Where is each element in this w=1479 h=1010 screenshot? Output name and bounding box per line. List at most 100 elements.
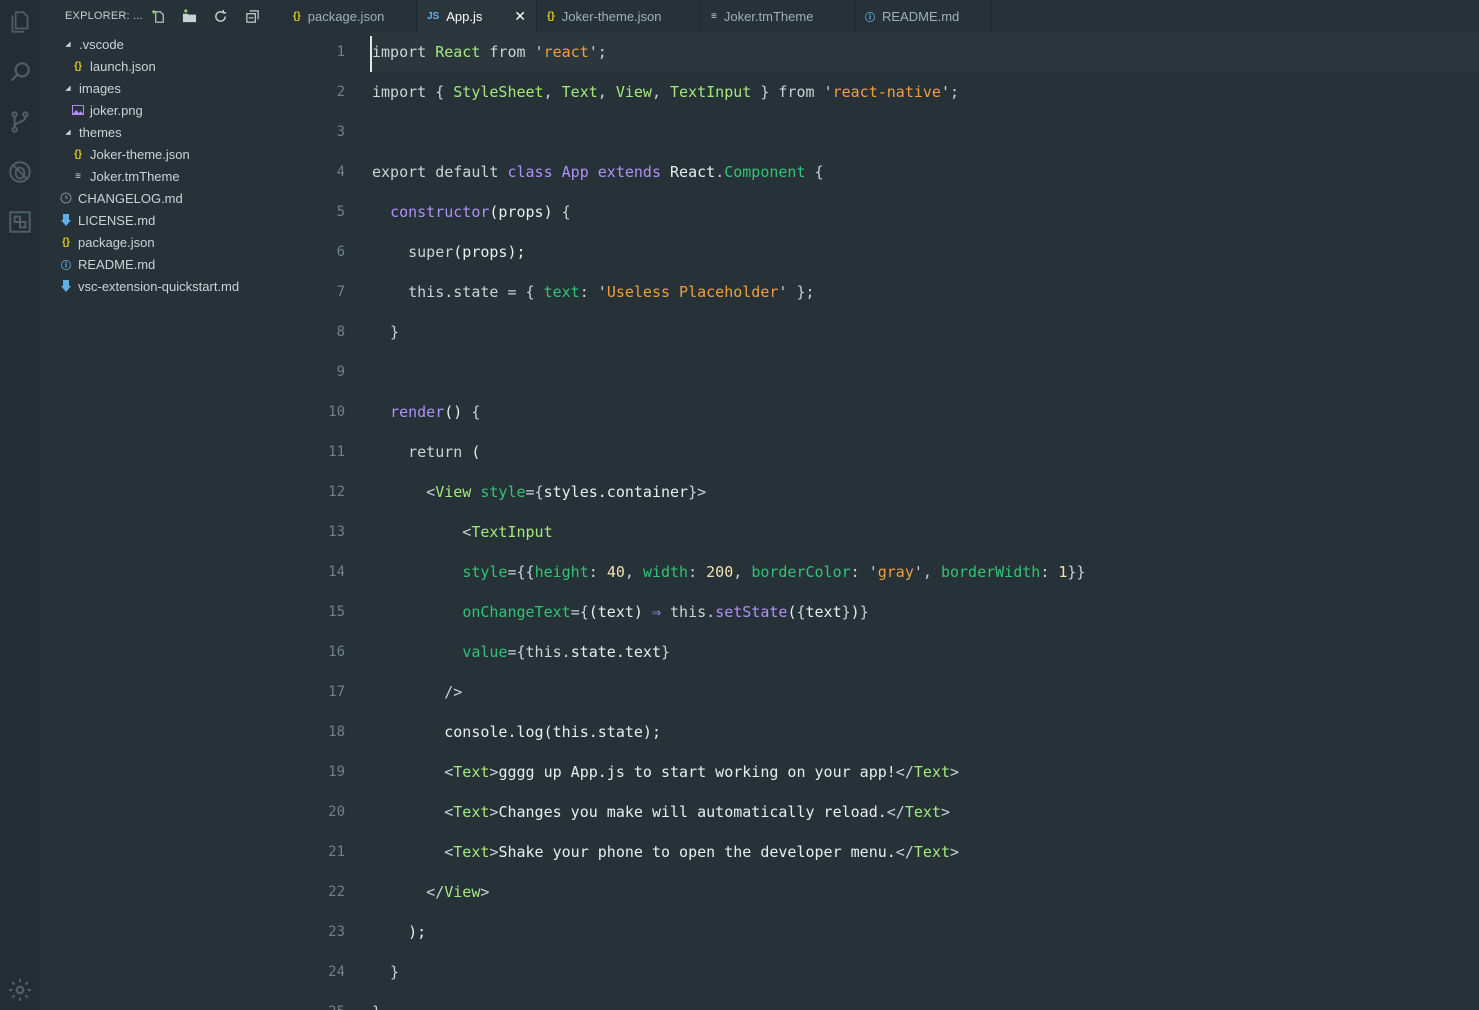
code-line[interactable]: 14 style={{height: 40, width: 200, borde… <box>283 552 1479 592</box>
expanded-chevron-icon[interactable]: ◢ <box>63 84 73 92</box>
code-token: { <box>796 603 806 621</box>
tab-joker-tmtheme[interactable]: ≡ Joker.tmTheme <box>701 0 855 32</box>
code-line[interactable]: 23 ); <box>283 912 1479 952</box>
code-token: ={ <box>570 603 589 621</box>
line-number: 2 <box>336 84 345 100</box>
code-line[interactable]: 4 export default class App extends React.… <box>283 152 1479 192</box>
new-file-icon[interactable] <box>151 8 167 24</box>
tab-label: Joker.tmTheme <box>723 8 814 24</box>
code-editor[interactable]: 1 import React from 'react'; 2 import { Sty… <box>283 32 1479 1010</box>
line-source: <Text>gggg up App.js to start working on… <box>372 763 959 781</box>
code-line[interactable]: 25} <box>283 992 1479 1010</box>
line-source: <Text>Shake your phone to open the devel… <box>372 843 959 861</box>
code-line[interactable]: 9 <box>283 352 1479 392</box>
tree-item-label: vsc-extension-quickstart.md <box>78 278 240 294</box>
tree-file[interactable]: {} launch.json <box>72 55 156 77</box>
code-line[interactable]: 8 } <box>283 312 1479 352</box>
tree-folder[interactable]: ◢ .vscode <box>63 33 124 55</box>
refresh-icon[interactable] <box>212 8 228 24</box>
code-token: Text <box>904 803 941 821</box>
code-line[interactable]: 1 import React from 'react'; <box>283 32 1479 72</box>
collapse-all-icon[interactable] <box>244 8 260 24</box>
code-line[interactable]: 18 console.log(this.state); <box>283 712 1479 752</box>
line-number: 23 <box>328 924 345 940</box>
code-token: Component <box>724 163 806 181</box>
code-line[interactable]: 3 <box>283 112 1479 152</box>
debug-icon[interactable] <box>6 158 34 186</box>
code-line[interactable]: 13 <TextInput <box>283 512 1479 552</box>
code-line[interactable]: 15 onChangeText={(text) ⇒ this.setState(… <box>283 592 1479 632</box>
tab-app-js[interactable]: JS App.js ✕ <box>417 0 537 32</box>
code-line[interactable]: 20 <Text>Changes you make will automatic… <box>283 792 1479 832</box>
code-line[interactable]: 16 value={this.state.text} <box>283 632 1479 672</box>
code-token: ={ <box>507 643 526 661</box>
tree-folder[interactable]: ◢ themes <box>63 121 121 143</box>
code-token: ={ <box>525 483 544 501</box>
code-token: state.text <box>570 643 661 661</box>
code-token: Text <box>453 803 490 821</box>
code-line[interactable]: 11 return ( <box>283 432 1479 472</box>
code-token: : <box>688 563 707 581</box>
code-line[interactable]: 10 render() { <box>283 392 1479 432</box>
line-number: 18 <box>328 724 345 740</box>
code-line[interactable]: 17 /> <box>283 672 1479 712</box>
source-control-icon[interactable] <box>6 108 34 136</box>
code-token: , <box>543 83 562 101</box>
code-line[interactable]: 12 <View style={styles.container}> <box>283 472 1479 512</box>
code-token: </ <box>886 803 905 821</box>
code-line[interactable]: 2 import { StyleSheet, Text, View, TextIn… <box>283 72 1479 112</box>
tab-label: README.md <box>882 8 960 24</box>
tree-file[interactable]: joker.png <box>72 99 143 121</box>
gear-icon[interactable] <box>6 976 34 1004</box>
line-source: import React from 'react'; <box>372 43 607 61</box>
new-folder-icon[interactable] <box>181 8 197 24</box>
code-token: ⇒ <box>651 603 671 621</box>
line-source: import { StyleSheet, Text, View, TextInp… <box>372 83 959 101</box>
tree-file[interactable]: {} Joker-theme.json <box>72 143 190 165</box>
tree-folder[interactable]: ◢ images <box>63 77 121 99</box>
code-token: </ <box>895 763 914 781</box>
files-icon[interactable] <box>6 8 34 36</box>
tree-file[interactable]: {} package.json <box>60 231 155 253</box>
code-line[interactable]: 6 super(props); <box>283 232 1479 272</box>
code-token: TextInput <box>670 83 752 101</box>
code-token: TextInput <box>471 523 553 541</box>
line-source: <Text>Changes you make will automaticall… <box>372 803 950 821</box>
code-token: } <box>661 643 671 661</box>
tree-file[interactable]: ≡ Joker.tmTheme <box>72 165 180 187</box>
code-line[interactable]: 19 <Text>gggg up App.js to start working… <box>283 752 1479 792</box>
code-token: React <box>435 43 481 61</box>
extensions-icon[interactable] <box>6 208 34 236</box>
tree-file[interactable]: LICENSE.md <box>60 209 155 231</box>
code-token: value <box>462 643 508 661</box>
code-line[interactable]: 24 } <box>283 952 1479 992</box>
line-source: export default class App extends React.C… <box>372 163 824 181</box>
tab-joker-theme-json[interactable]: {} Joker-theme.json <box>537 0 701 32</box>
code-line[interactable]: 22 </View> <box>283 872 1479 912</box>
tab-package-json[interactable]: {} package.json <box>283 0 417 32</box>
code-token: > <box>949 843 960 861</box>
info-file-icon: ⓘ <box>61 260 71 272</box>
code-token: class <box>507 163 562 181</box>
line-number: 10 <box>328 404 345 420</box>
code-line[interactable]: 7 this.state = { text: 'Useless Placehol… <box>283 272 1479 312</box>
tab-readme-md[interactable]: ⓘ README.md <box>855 0 991 32</box>
tree-file[interactable]: ⓘ README.md <box>60 253 155 275</box>
expanded-chevron-icon[interactable]: ◢ <box>63 128 73 136</box>
search-icon[interactable] <box>6 58 34 86</box>
close-icon[interactable]: ✕ <box>514 8 526 25</box>
tree-file[interactable]: CHANGELOG.md <box>60 187 183 209</box>
code-token: : ' <box>579 283 607 301</box>
expanded-chevron-icon[interactable]: ◢ <box>63 40 73 48</box>
code-token: < <box>372 763 454 781</box>
code-line[interactable]: 21 <Text>Shake your phone to open the de… <box>283 832 1479 872</box>
code-token: } <box>372 323 400 341</box>
code-token: export default <box>372 163 508 181</box>
code-token: ) <box>850 603 860 621</box>
code-line[interactable]: 5 constructor(props) { <box>283 192 1479 232</box>
code-token: super <box>372 243 454 261</box>
tree-file[interactable]: vsc-extension-quickstart.md <box>60 275 239 297</box>
line-number: 11 <box>328 444 345 460</box>
code-token: , <box>624 563 643 581</box>
code-token: /> <box>372 683 463 701</box>
